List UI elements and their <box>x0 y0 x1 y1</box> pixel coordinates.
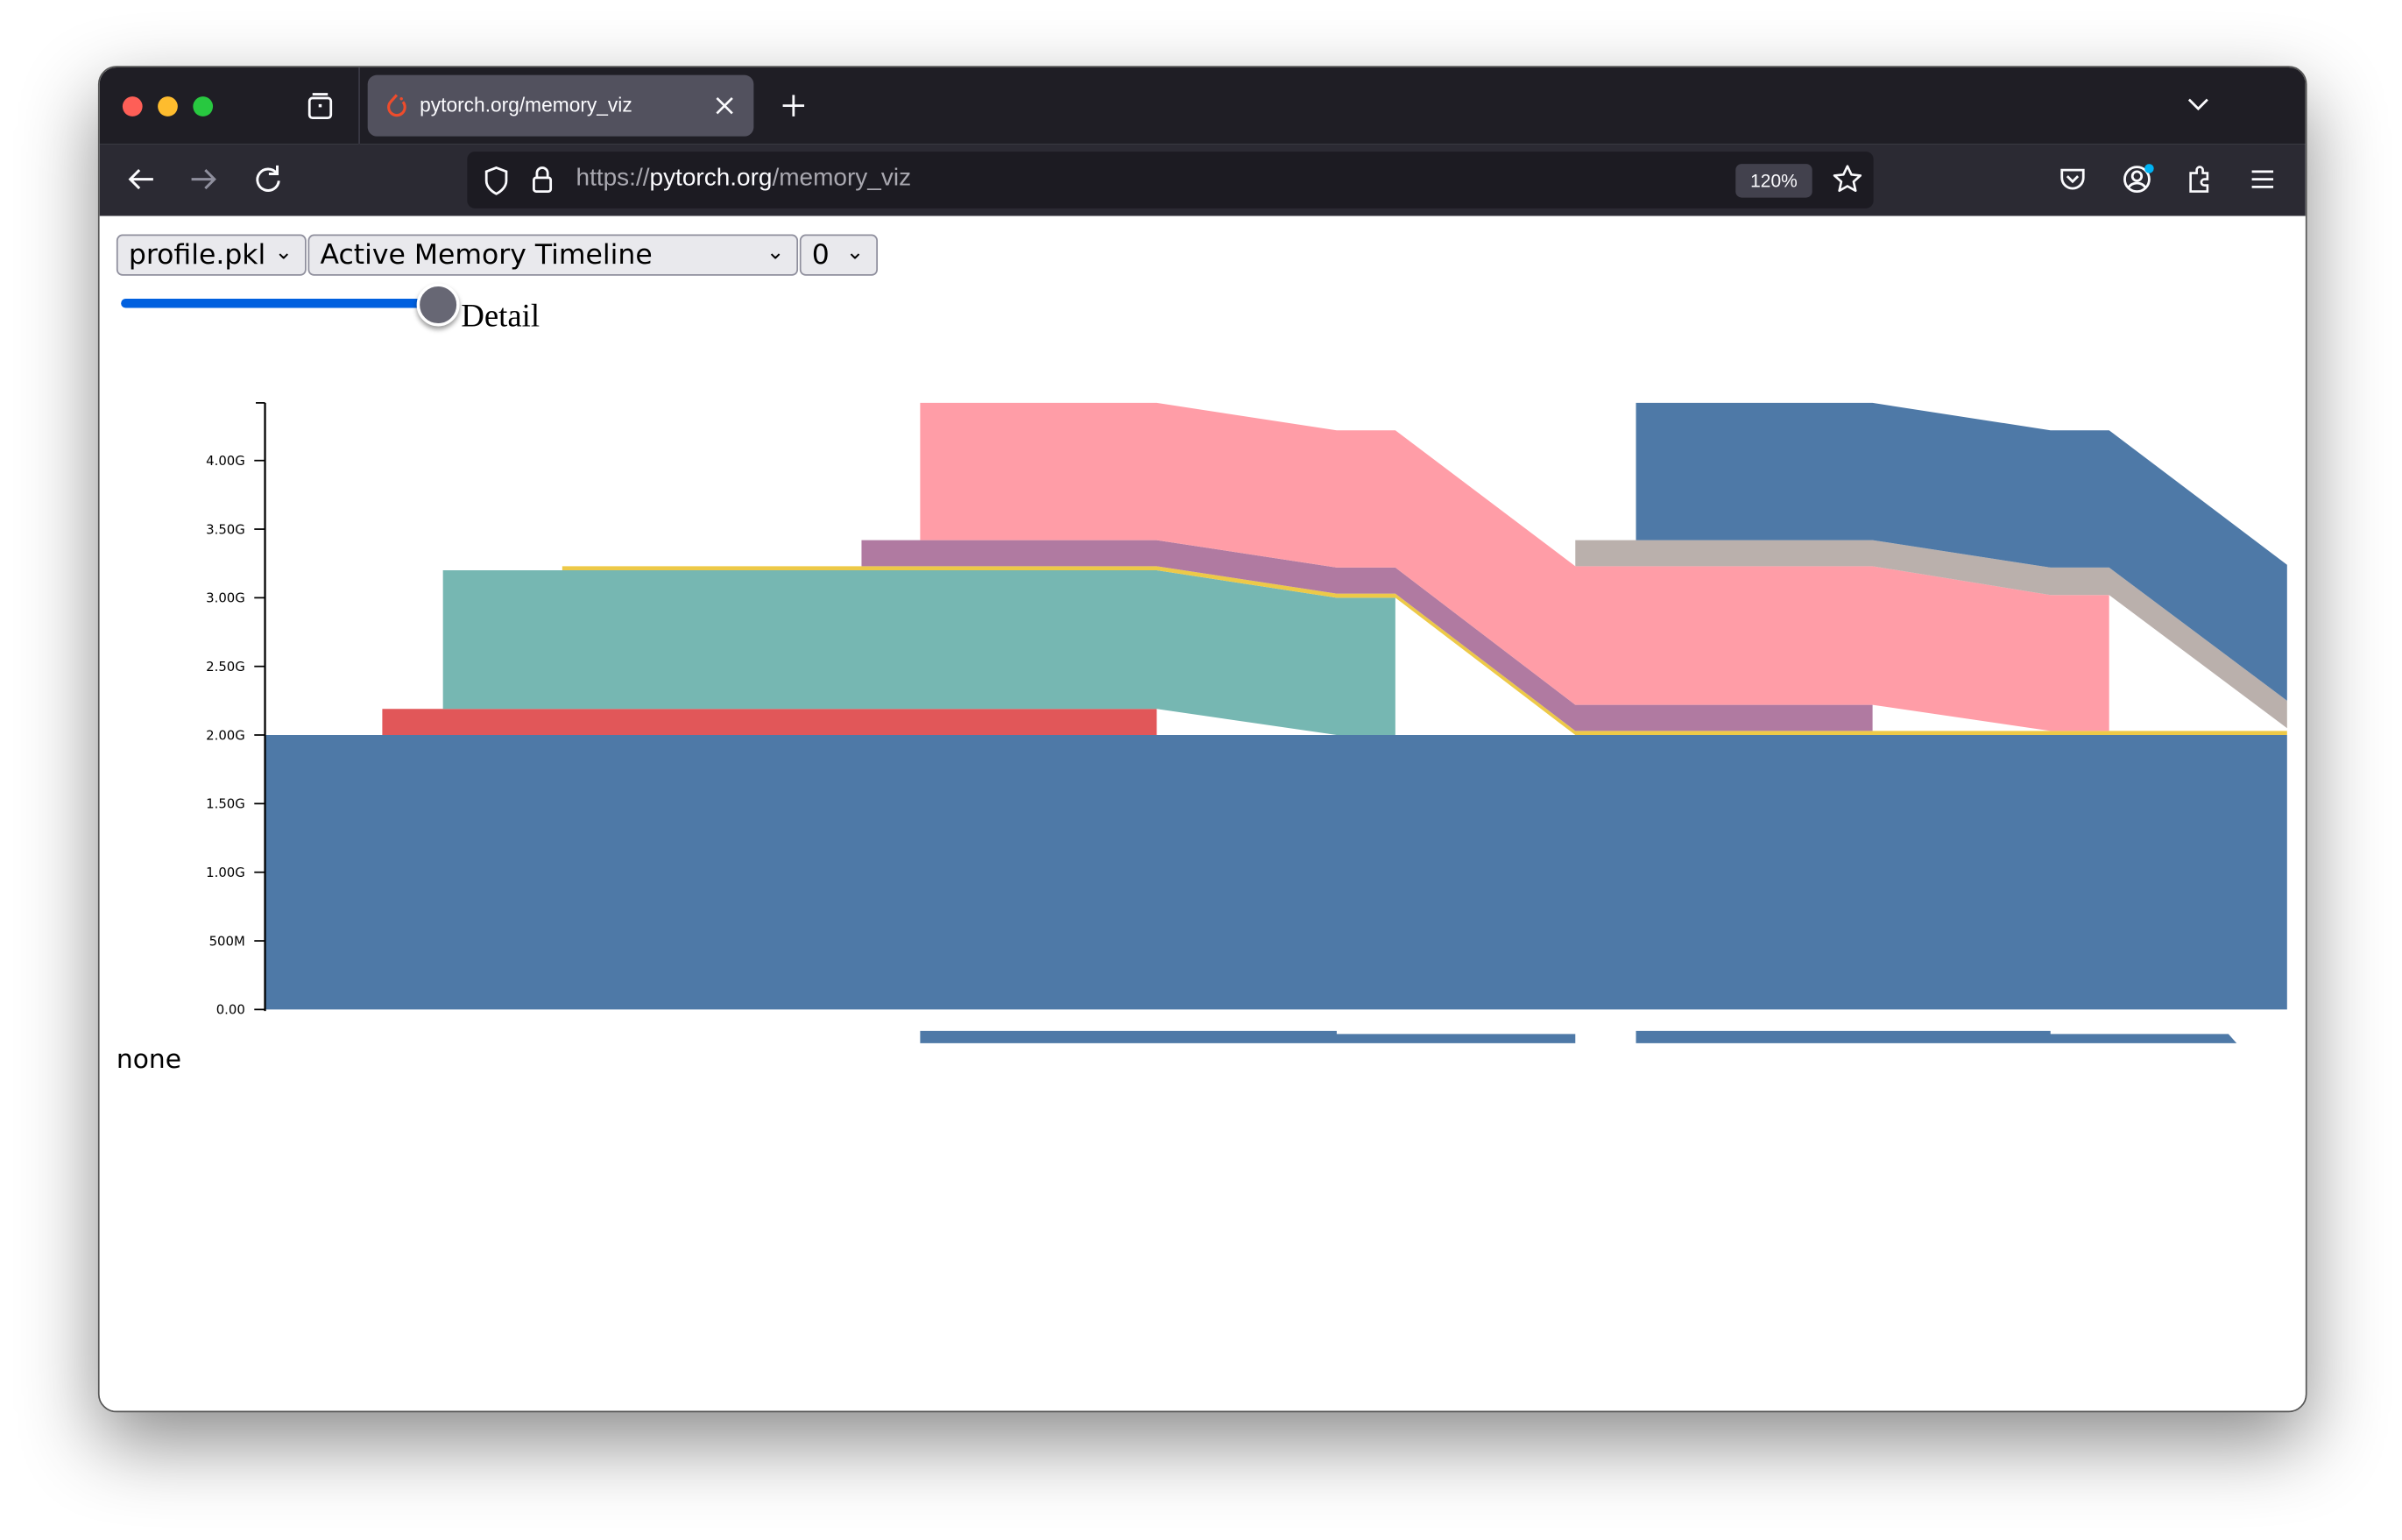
zoom-level-badge[interactable]: 120% <box>1735 164 1812 198</box>
shield-icon[interactable] <box>483 166 510 196</box>
selection-info: none <box>116 1044 182 1076</box>
reload-icon[interactable] <box>253 164 284 194</box>
browser-window: pytorch.org/memory_viz https://pytorch.o… <box>97 66 2307 1413</box>
address-bar[interactable]: https://pytorch.org/memory_viz 120% <box>467 152 1874 208</box>
y-tick-label: 500M <box>209 933 245 949</box>
lock-icon[interactable] <box>532 164 553 194</box>
close-window-button[interactable] <box>122 96 143 117</box>
y-tick-label: 1.50G <box>206 796 245 812</box>
forward-icon[interactable] <box>188 166 219 193</box>
pocket-icon[interactable] <box>2059 166 2086 193</box>
y-tick-label: 4.00G <box>206 453 245 469</box>
divider <box>358 67 360 145</box>
y-tick-label: 3.50G <box>206 521 245 537</box>
close-icon[interactable] <box>716 96 734 115</box>
chevron-down-icon[interactable] <box>2186 95 2210 113</box>
maximize-window-button[interactable] <box>193 96 214 117</box>
allocation-area[interactable] <box>382 709 1157 736</box>
memory-timeline-chart[interactable]: 0.00 500M 1.00G 1.50G 2.00G 2.50G 3.00G 3.50G 4.… <box>100 216 2306 1043</box>
allocation-area[interactable] <box>265 735 2287 1010</box>
back-icon[interactable] <box>125 166 156 193</box>
pytorch-icon <box>387 94 406 117</box>
tab-active[interactable]: pytorch.org/memory_viz <box>367 74 754 137</box>
screen: pytorch.org/memory_viz https://pytorch.o… <box>0 0 2402 1540</box>
account-icon[interactable] <box>2122 164 2155 194</box>
page-content: profile.pkl ⌄ Active Memory Timeline ⌄ 0 ⌄ … <box>99 215 2306 1411</box>
plus-icon[interactable] <box>780 92 807 119</box>
navigation-toolbar: https://pytorch.org/memory_viz 120% <box>99 144 2306 216</box>
star-icon[interactable] <box>1832 164 1862 194</box>
menu-icon[interactable] <box>2249 167 2276 192</box>
y-tick-label: 0.00 <box>216 1002 245 1018</box>
tab-bar: pytorch.org/memory_viz <box>99 67 2306 145</box>
overview-brush-area <box>920 1030 2237 1043</box>
url-text[interactable]: https://pytorch.org/memory_viz <box>576 166 912 193</box>
tab-title: pytorch.org/memory_viz <box>420 93 632 117</box>
y-tick-label: 1.00G <box>206 865 245 880</box>
tab-overview-icon[interactable] <box>305 90 336 121</box>
y-tick-label: 3.00G <box>206 590 245 606</box>
minimize-window-button[interactable] <box>158 96 178 117</box>
y-tick-label: 2.50G <box>206 659 245 675</box>
y-tick-label: 2.00G <box>206 727 245 743</box>
extensions-icon[interactable] <box>2186 164 2213 194</box>
